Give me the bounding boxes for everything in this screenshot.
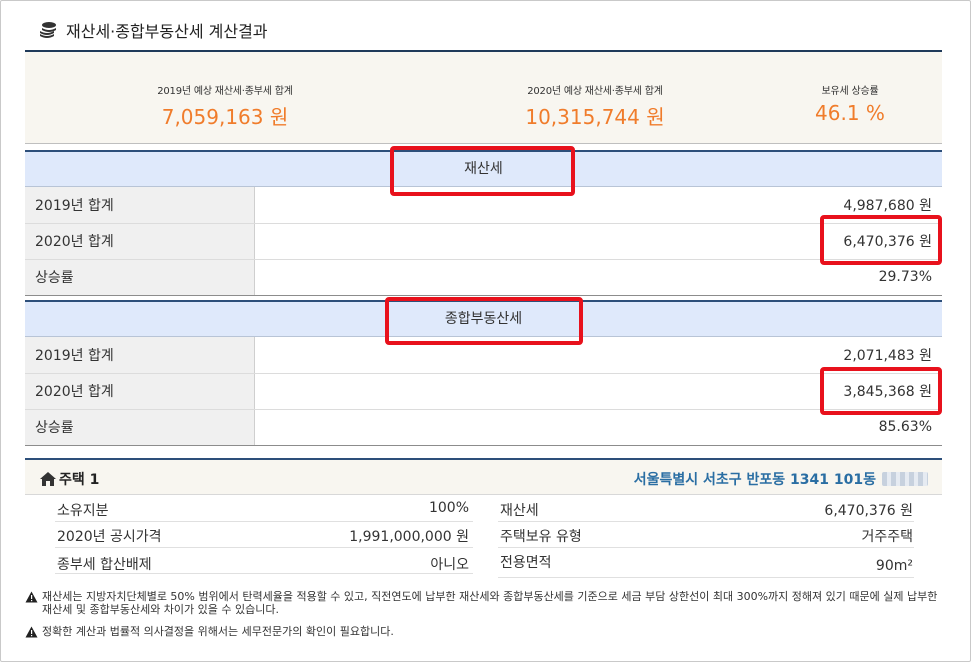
- row-label: 2019년 합계: [25, 337, 255, 374]
- detail-value: 6,470,376 원: [824, 503, 913, 519]
- highlight-comprehensive-tax-2020: [820, 367, 942, 415]
- detail-value: 100%: [428, 500, 469, 516]
- detail-label: 전용면적: [500, 555, 552, 571]
- disclaimer-notes: 재산세는 지방자치단체별로 50% 범위에서 탄력세율을 적용할 수 있고, 직…: [25, 590, 942, 647]
- detail-value: 1,991,000,000 원: [349, 529, 469, 545]
- summary-increase-label: 보유세 상승률: [821, 86, 879, 97]
- note-item: 재산세는 지방자치단체별로 50% 범위에서 탄력세율을 적용할 수 있고, 직…: [25, 590, 942, 616]
- warning-icon: [25, 591, 38, 603]
- highlight-comprehensive-tax-heading: [385, 297, 583, 345]
- home-icon: [40, 472, 56, 486]
- house-address: 서울특별시 서초구 반포동 1341 101동: [633, 472, 876, 488]
- highlight-property-tax-2020: [820, 215, 942, 265]
- house-title-group: 주택 1: [39, 469, 99, 489]
- summary-panel: 2019년 예상 재산세·종부세 합계 7,059,163 원 2020년 예상…: [25, 52, 942, 144]
- summary-2020-label: 2020년 예상 재산세·종부세 합계: [527, 86, 663, 97]
- table-row: 상승률 29.73%: [25, 259, 942, 296]
- detail-label: 종부세 합산배제: [57, 557, 152, 573]
- detail-label: 2020년 공시가격: [57, 529, 162, 545]
- detail-value: 거주주택: [861, 529, 913, 545]
- summary-2019: 2019년 예상 재산세·종부세 합계 7,059,163 원: [135, 82, 315, 130]
- row-label: 2020년 합계: [25, 223, 255, 260]
- comprehensive-tax-table: 2019년 합계 2,071,483 원 2020년 합계 3,845,368 …: [25, 337, 942, 446]
- detail-value: 아니오: [430, 557, 469, 573]
- row-label: 2020년 합계: [25, 373, 255, 410]
- house-header: 주택 1 서울특별시 서초구 반포동 1341 101동: [25, 458, 942, 495]
- detail-value: 90m²: [875, 558, 913, 574]
- summary-increase-value: 46.1 %: [815, 101, 885, 125]
- page-title: 재산세·종합부동산세 계산결과: [66, 22, 268, 41]
- house-address-group: 서울특별시 서초구 반포동 1341 101동: [634, 469, 928, 489]
- coins-icon: [40, 22, 56, 38]
- row-label: 상승률: [25, 409, 255, 446]
- warning-icon: [25, 626, 38, 638]
- highlight-property-tax-heading: [390, 146, 575, 196]
- detail-label: 소유지분: [57, 503, 109, 519]
- table-row: 상승률 85.63%: [25, 409, 942, 446]
- row-label: 2019년 합계: [25, 187, 255, 224]
- note-item: 정확한 계산과 법률적 의사결정을 위해서는 세무전문가의 확인이 필요합니다.: [25, 625, 942, 638]
- summary-2019-value: 7,059,163 원: [161, 105, 289, 129]
- summary-increase: 보유세 상승률 46.1 %: [795, 82, 905, 125]
- property-tax-table: 2019년 합계 4,987,680 원 2020년 합계 6,470,376 …: [25, 187, 942, 296]
- page-header: 재산세·종합부동산세 계산결과: [38, 18, 268, 42]
- row-label: 상승률: [25, 259, 255, 296]
- summary-2020: 2020년 예상 재산세·종부세 합계 10,315,744 원: [500, 82, 690, 130]
- summary-2019-label: 2019년 예상 재산세·종부세 합계: [157, 86, 293, 97]
- note-text: 정확한 계산과 법률적 의사결정을 위해서는 세무전문가의 확인이 필요합니다.: [42, 625, 394, 638]
- detail-label: 재산세: [500, 503, 539, 519]
- detail-row: [55, 496, 473, 522]
- table-row: 2020년 합계 6,470,376 원: [25, 223, 942, 260]
- detail-label: 주택보유 유형: [500, 529, 582, 545]
- note-text: 재산세는 지방자치단체별로 50% 범위에서 탄력세율을 적용할 수 있고, 직…: [42, 590, 938, 616]
- redacted-address-part: [882, 472, 928, 486]
- summary-2020-value: 10,315,744 원: [525, 105, 665, 129]
- house-title: 주택 1: [59, 472, 100, 488]
- table-row: 2020년 합계 3,845,368 원: [25, 373, 942, 410]
- detail-row: [498, 548, 914, 578]
